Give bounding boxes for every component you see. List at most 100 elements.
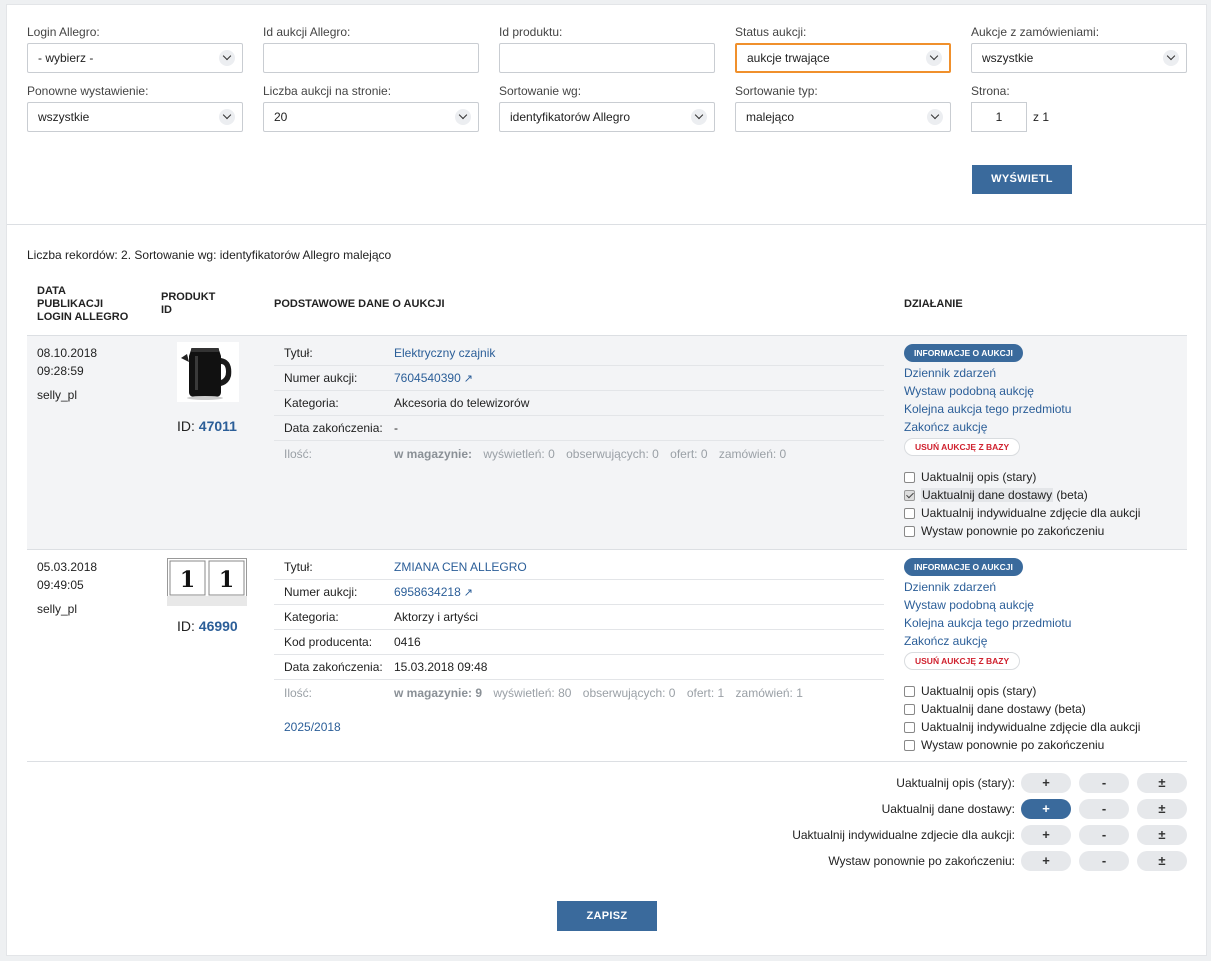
next-auction-link[interactable]: Kolejna aukcja tego przedmiotu: [904, 614, 1184, 632]
delete-auction-button[interactable]: USUŃ AUKCJĘ Z BAZY: [904, 438, 1021, 456]
bulk-photo-plus-button[interactable]: +: [1021, 825, 1071, 845]
product-thumbnail[interactable]: 1 1: [167, 558, 247, 606]
option-label-suffix: (beta): [1054, 702, 1086, 716]
thumb-digit-right: 1: [219, 567, 234, 593]
bulk-relist-plus-button[interactable]: +: [1021, 851, 1071, 871]
page-total: z 1: [1033, 110, 1050, 124]
publication-date: 05.03.2018: [37, 560, 98, 574]
product-id-input[interactable]: [499, 43, 715, 73]
auction-title-link[interactable]: ZMIANA CEN ALLEGRO: [394, 560, 527, 574]
publication-info: 08.10.2018 09:28:59 selly_pl: [37, 344, 97, 404]
update-photo-checkbox[interactable]: [904, 507, 915, 519]
update-shipping-checkbox[interactable]: [904, 703, 915, 715]
product-id-link[interactable]: 47011: [199, 418, 237, 434]
bulk-ship-row: Uaktualnij dane dostawy: + - ±: [627, 799, 1187, 819]
bulk-label: Uaktualnij indywidualne zdjecie dla aukc…: [792, 828, 1015, 842]
bulk-relist-toggle-button[interactable]: ±: [1137, 851, 1187, 871]
login-select[interactable]: - wybierz -: [27, 43, 243, 73]
list-similar-link[interactable]: Wystaw podobną aukcję: [904, 596, 1184, 614]
update-description-option[interactable]: Uaktualnij opis (stary): [904, 682, 1184, 700]
bulk-ship-plus-button[interactable]: +: [1021, 799, 1071, 819]
update-description-checkbox[interactable]: [904, 685, 915, 697]
auction-info-button[interactable]: INFORMACJE O AUKCJI: [904, 344, 1023, 362]
main-panel: Login Allegro: - wybierz - Id aukcji All…: [6, 4, 1207, 956]
update-photo-option[interactable]: Uaktualnij indywidualne zdjęcie dla aukc…: [904, 504, 1184, 522]
delete-auction-button[interactable]: USUŃ AUKCJĘ Z BAZY: [904, 652, 1021, 670]
offers-count: ofert: 1: [686, 685, 725, 700]
show-button[interactable]: WYŚWIETL: [972, 165, 1072, 194]
detail-number: Numer aukcji: 6958634218 ↗: [274, 580, 884, 605]
bulk-desc-toggle-button[interactable]: ±: [1137, 773, 1187, 793]
auction-number-link[interactable]: 7604540390: [394, 371, 461, 385]
update-description-checkbox[interactable]: [904, 471, 915, 483]
orders-select[interactable]: wszystkie: [971, 43, 1187, 73]
event-log-link[interactable]: Dziennik zdarzeń: [904, 578, 1184, 596]
option-label: Wystaw ponownie po zakończeniu: [921, 524, 1105, 538]
filter-product-id: Id produktu:: [499, 25, 715, 73]
product-id-link[interactable]: 46990: [199, 618, 238, 634]
relist-option[interactable]: Wystaw ponownie po zakończeniu: [904, 736, 1184, 754]
filter-sort-type: Sortowanie typ: malejąco: [735, 84, 951, 132]
option-label: Uaktualnij indywidualne zdjęcie dla aukc…: [921, 506, 1141, 520]
update-shipping-option[interactable]: Uaktualnij dane dostawy (beta): [904, 486, 1184, 504]
option-label: Wystaw ponownie po zakończeniu: [921, 738, 1105, 752]
status-select[interactable]: aukcje trwające: [735, 43, 951, 73]
auction-number-link[interactable]: 6958634218: [394, 585, 461, 599]
detail-category: Kategoria: Akcesoria do telewizorów: [274, 391, 884, 416]
relist-select-value: wszystkie: [38, 110, 90, 124]
bulk-photo-toggle-button[interactable]: ±: [1137, 825, 1187, 845]
sort-by-select-value: identyfikatorów Allegro: [510, 110, 631, 124]
watchers-count: obserwujących: 0: [582, 685, 676, 700]
detail-value: Akcesoria do telewizorów: [394, 396, 530, 410]
external-link-icon[interactable]: ↗: [464, 586, 473, 599]
bulk-label: Wystaw ponownie po zakończeniu:: [828, 854, 1015, 868]
external-link-icon[interactable]: ↗: [464, 372, 473, 385]
header-action: DZIAŁANIE: [904, 298, 963, 310]
bulk-desc-plus-button[interactable]: +: [1021, 773, 1071, 793]
list-similar-link[interactable]: Wystaw podobną aukcję: [904, 382, 1184, 400]
detail-value: -: [394, 421, 398, 435]
order-number-link[interactable]: 2025/2018: [284, 720, 341, 734]
relist-select[interactable]: wszystkie: [27, 102, 243, 132]
save-button[interactable]: ZAPISZ: [557, 901, 657, 931]
detail-key: Kategoria:: [284, 610, 339, 624]
page-input[interactable]: 1: [971, 102, 1027, 132]
filter-per-page: Liczba aukcji na stronie: 20: [263, 84, 479, 132]
filter-sort-by: Sortowanie wg: identyfikatorów Allegro: [499, 84, 715, 132]
auction-info-button[interactable]: INFORMACJE O AUKCJI: [904, 558, 1023, 576]
product-thumbnail[interactable]: [177, 342, 239, 402]
update-shipping-option[interactable]: Uaktualnij dane dostawy (beta): [904, 700, 1184, 718]
update-photo-option[interactable]: Uaktualnij indywidualne zdjęcie dla aukc…: [904, 718, 1184, 736]
allegro-login: selly_pl: [37, 388, 78, 402]
next-auction-link[interactable]: Kolejna aukcja tego przedmiotu: [904, 400, 1184, 418]
relist-checkbox[interactable]: [904, 739, 915, 751]
bulk-photo-minus-button[interactable]: -: [1079, 825, 1129, 845]
detail-key: Data zakończenia:: [284, 421, 383, 435]
bulk-label: Uaktualnij dane dostawy:: [881, 802, 1015, 816]
sort-by-select[interactable]: identyfikatorów Allegro: [499, 102, 715, 132]
bulk-desc-minus-button[interactable]: -: [1079, 773, 1129, 793]
bulk-desc-row: Uaktualnij opis (stary): + - ±: [627, 773, 1187, 793]
update-photo-checkbox[interactable]: [904, 721, 915, 733]
bulk-ship-minus-button[interactable]: -: [1079, 799, 1129, 819]
update-description-option[interactable]: Uaktualnij opis (stary): [904, 468, 1184, 486]
event-log-link[interactable]: Dziennik zdarzeń: [904, 364, 1184, 382]
bulk-relist-minus-button[interactable]: -: [1079, 851, 1129, 871]
relist-option[interactable]: Wystaw ponownie po zakończeniu: [904, 522, 1184, 540]
offers-count: ofert: 0: [670, 446, 708, 461]
relist-checkbox[interactable]: [904, 525, 915, 537]
orders-count: zamówień: 0: [718, 446, 787, 461]
auction-title-link[interactable]: Elektryczny czajnik: [394, 346, 495, 360]
update-shipping-checkbox[interactable]: [904, 489, 915, 501]
bulk-ship-toggle-button[interactable]: ±: [1137, 799, 1187, 819]
publication-date: 08.10.2018: [37, 346, 98, 360]
filter-relist: Ponowne wystawienie: wszystkie: [27, 84, 243, 132]
sort-type-select[interactable]: malejąco: [735, 102, 951, 132]
auction-id-input[interactable]: [263, 43, 479, 73]
per-page-select[interactable]: 20: [263, 102, 479, 132]
detail-key: Numer aukcji:: [284, 371, 358, 385]
end-auction-link[interactable]: Zakończ aukcję: [904, 632, 1184, 650]
end-auction-link[interactable]: Zakończ aukcję: [904, 418, 1184, 436]
detail-key: Data zakończenia:: [284, 660, 383, 674]
chevron-down-icon: [691, 109, 707, 125]
